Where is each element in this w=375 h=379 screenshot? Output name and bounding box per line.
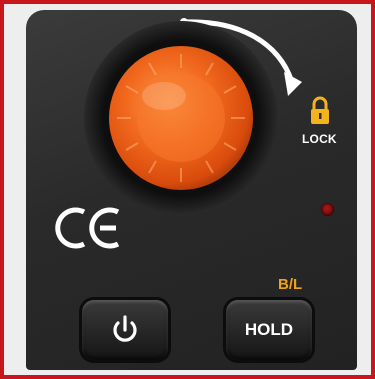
- status-led: [321, 203, 334, 216]
- hold-button-label: HOLD: [244, 320, 294, 339]
- device-panel: LOCK B/L HOLD: [26, 10, 357, 370]
- ce-mark-logo: [55, 207, 120, 249]
- power-button[interactable]: [82, 300, 168, 360]
- backlight-label: B/L: [278, 276, 303, 293]
- padlock-icon: [311, 96, 329, 124]
- hold-button[interactable]: HOLD: [226, 300, 312, 360]
- lock-label: LOCK: [302, 132, 337, 146]
- rotary-knob[interactable]: [109, 46, 253, 190]
- power-icon: [113, 315, 137, 342]
